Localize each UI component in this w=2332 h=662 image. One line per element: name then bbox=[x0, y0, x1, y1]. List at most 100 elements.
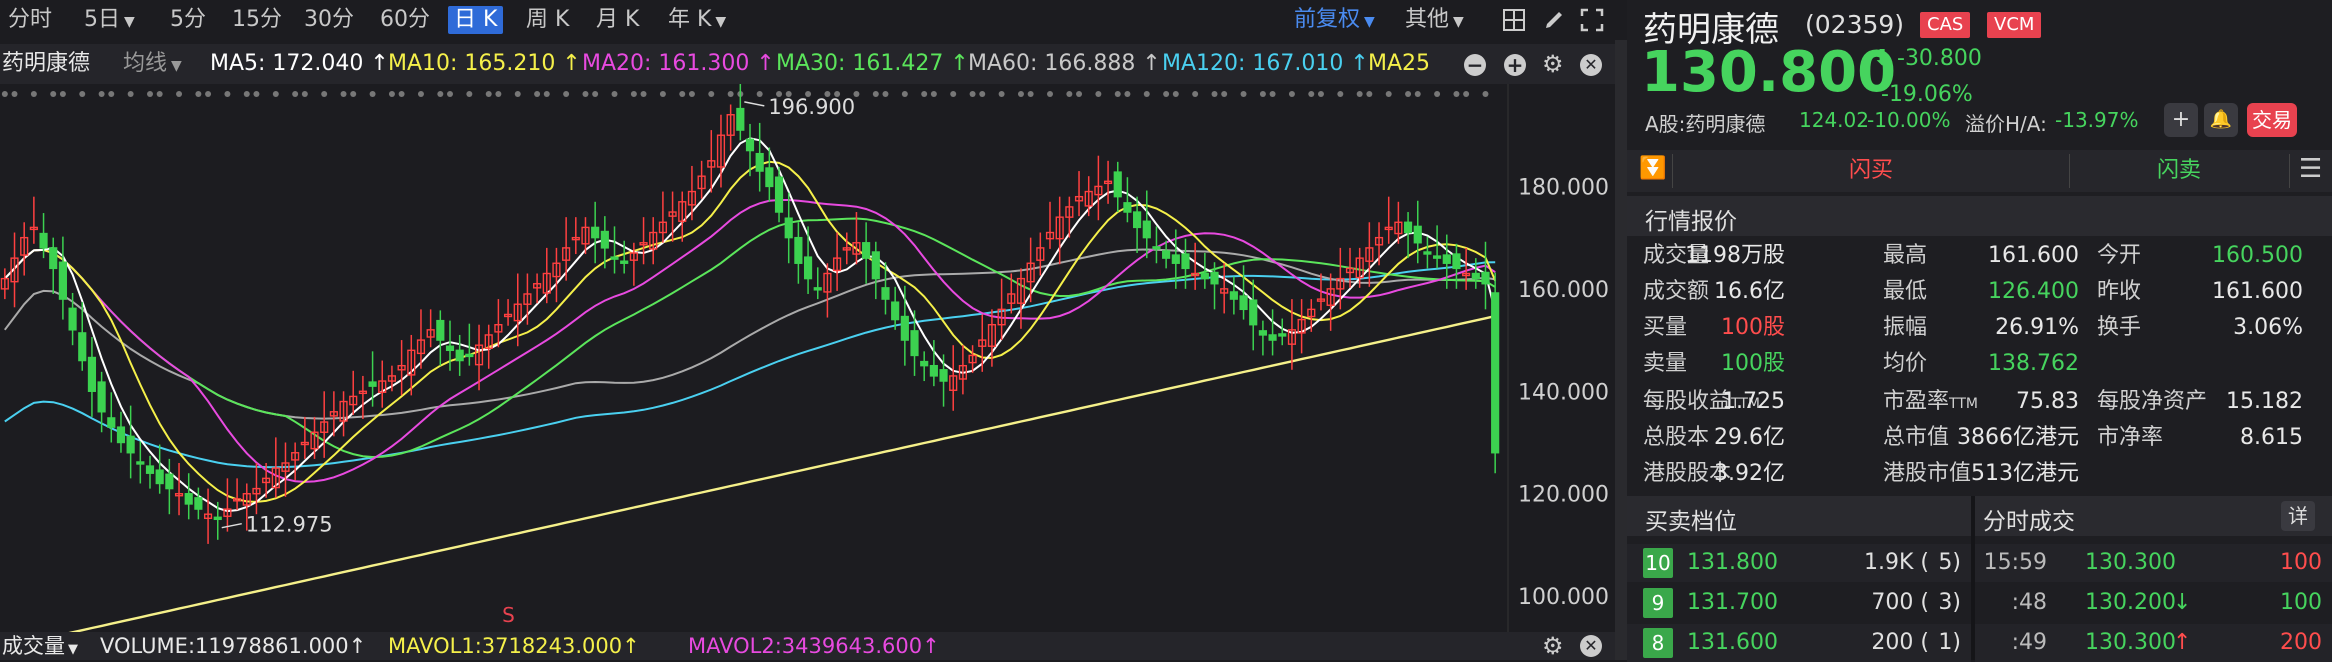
candle-body bbox=[1491, 292, 1500, 454]
event-dot bbox=[1269, 91, 1276, 97]
period-tab-4[interactable]: 30分 bbox=[304, 6, 354, 34]
candle-body bbox=[145, 465, 155, 474]
candle-body bbox=[1442, 254, 1451, 264]
flash-buy-button[interactable]: 闪买 bbox=[1673, 150, 2069, 192]
add-watchlist-icon[interactable]: + bbox=[2164, 103, 2198, 137]
tick-price: 130.300 bbox=[2085, 630, 2176, 655]
tick-price: 130.300 bbox=[2085, 550, 2176, 575]
period-tab-3[interactable]: 15分 bbox=[232, 6, 282, 34]
flash-sell-button[interactable]: 闪卖 bbox=[2070, 150, 2288, 192]
period-tab-8[interactable]: 月 K bbox=[596, 6, 639, 34]
period-tab-9[interactable]: 年 K ▼ bbox=[668, 6, 726, 34]
event-dot bbox=[466, 91, 473, 97]
premium-value: -13.97% bbox=[2055, 108, 2139, 132]
tick-row: :48 130.200 ↓ 100 bbox=[1975, 584, 2332, 622]
event-dot bbox=[1356, 91, 1363, 97]
event-dot bbox=[1114, 91, 1121, 97]
candle-body bbox=[881, 287, 890, 300]
candle-body bbox=[39, 232, 48, 249]
candlestick-chart[interactable]: 180.000 160.000 140.000 120.000 100.000 196.9… bbox=[0, 84, 1615, 632]
candle-body bbox=[774, 176, 784, 213]
candle-body bbox=[1258, 330, 1267, 336]
order-book-row[interactable]: 10 131.800 1.9K (5) bbox=[1627, 544, 1971, 582]
other-dropdown[interactable]: 其他 ▼ bbox=[1405, 6, 1464, 34]
event-dot bbox=[388, 91, 395, 97]
event-dot bbox=[59, 91, 66, 97]
order-book-row[interactable]: 9 131.700 700 (3) bbox=[1627, 584, 1971, 622]
event-dot bbox=[727, 91, 734, 97]
zoom-in-icon[interactable]: + bbox=[1504, 54, 1526, 76]
close-icon[interactable]: ✕ bbox=[1580, 54, 1602, 76]
candle-body bbox=[116, 426, 126, 444]
collapse-arrow-icon[interactable]: ⏬ bbox=[1639, 156, 1666, 181]
level-badge: 9 bbox=[1643, 588, 1673, 618]
a-share-pct: -10.00% bbox=[1867, 108, 1951, 132]
candle-body bbox=[1210, 271, 1219, 285]
event-dot bbox=[1211, 91, 1218, 97]
volume-settings-gear-icon[interactable]: ⚙ bbox=[1542, 632, 1564, 660]
tick-volume: 200 bbox=[2280, 630, 2322, 655]
quote-label: 总股本 bbox=[1643, 425, 1710, 450]
indicator-mode-dropdown[interactable]: 均线 ▼ bbox=[123, 50, 182, 80]
level-volume: 1.9K ( bbox=[1864, 550, 1929, 575]
candle-body bbox=[126, 435, 135, 454]
candle-body bbox=[910, 330, 919, 357]
candle-body bbox=[755, 152, 764, 172]
candle-body bbox=[1452, 253, 1461, 270]
order-book-row[interactable]: 8 131.600 200 (1) bbox=[1627, 624, 1971, 662]
volume-indicator-dropdown[interactable]: 成交量 ▼ bbox=[2, 634, 78, 662]
event-dot bbox=[11, 91, 18, 97]
candle-body bbox=[455, 349, 464, 362]
event-dot bbox=[127, 91, 134, 97]
y-tick-label: 100.000 bbox=[1518, 585, 1609, 610]
layout-grid-icon[interactable] bbox=[1502, 8, 1526, 32]
quote-label-wrap: 港股市值 bbox=[1883, 456, 1971, 492]
menu-icon[interactable]: ☰ bbox=[2299, 154, 2322, 184]
order-book-header: 买卖档位 bbox=[1627, 496, 1971, 536]
quote-label: 每股收益 bbox=[1643, 389, 1732, 414]
candle-body bbox=[1239, 295, 1248, 311]
period-tab-2[interactable]: 5分 bbox=[170, 6, 206, 34]
period-tab-0[interactable]: 分时 bbox=[8, 6, 52, 34]
candle-body bbox=[1481, 271, 1490, 285]
event-dot bbox=[1259, 91, 1266, 97]
event-dot bbox=[156, 91, 163, 97]
event-dot bbox=[979, 91, 986, 97]
ticks-detail-button[interactable]: 详 bbox=[2281, 501, 2315, 531]
level-price: 131.800 bbox=[1687, 550, 1778, 575]
period-tab-6[interactable]: 日 K bbox=[448, 6, 504, 34]
candle-body bbox=[620, 260, 629, 264]
level-badge: 8 bbox=[1643, 628, 1673, 658]
quote-label-wrap: 总市值 bbox=[1883, 420, 1949, 456]
event-dot bbox=[1482, 91, 1489, 97]
event-dot bbox=[1453, 91, 1460, 97]
event-dot bbox=[417, 91, 424, 97]
level-price: 131.700 bbox=[1687, 590, 1778, 615]
volume-close-icon[interactable]: ✕ bbox=[1580, 635, 1602, 657]
event-dot bbox=[756, 91, 763, 97]
candle-body bbox=[155, 469, 164, 485]
candle-body bbox=[1433, 255, 1442, 259]
price-change: -30.800 bbox=[1897, 46, 1982, 71]
chevron-down-icon: ▼ bbox=[715, 14, 727, 30]
chart-scrollbar[interactable] bbox=[1615, 40, 1627, 660]
draw-pen-icon[interactable] bbox=[1542, 8, 1566, 32]
fullscreen-icon[interactable] bbox=[1580, 8, 1604, 32]
adjust-dropdown[interactable]: 前复权 ▼ bbox=[1294, 6, 1375, 34]
quote-label: 市净率 bbox=[2097, 425, 2164, 450]
candle-body bbox=[1403, 221, 1413, 234]
period-tab-5[interactable]: 60分 bbox=[380, 6, 430, 34]
zoom-out-icon[interactable]: − bbox=[1464, 54, 1486, 76]
candle-body bbox=[610, 256, 619, 260]
period-tab-label: 60分 bbox=[380, 7, 430, 32]
event-dot bbox=[398, 91, 405, 97]
trade-button[interactable]: 交易 bbox=[2247, 103, 2297, 137]
settings-gear-icon[interactable]: ⚙ bbox=[1542, 50, 1564, 78]
event-dot bbox=[543, 91, 550, 97]
chevron-down-icon: ▼ bbox=[171, 58, 182, 74]
last-price: 130.800 bbox=[1641, 40, 1897, 105]
alert-bell-icon[interactable]: 🔔 bbox=[2204, 103, 2238, 137]
period-tab-7[interactable]: 周 K bbox=[526, 6, 569, 34]
period-tab-1[interactable]: 5日 ▼ bbox=[84, 6, 135, 34]
event-dot bbox=[1337, 91, 1344, 97]
